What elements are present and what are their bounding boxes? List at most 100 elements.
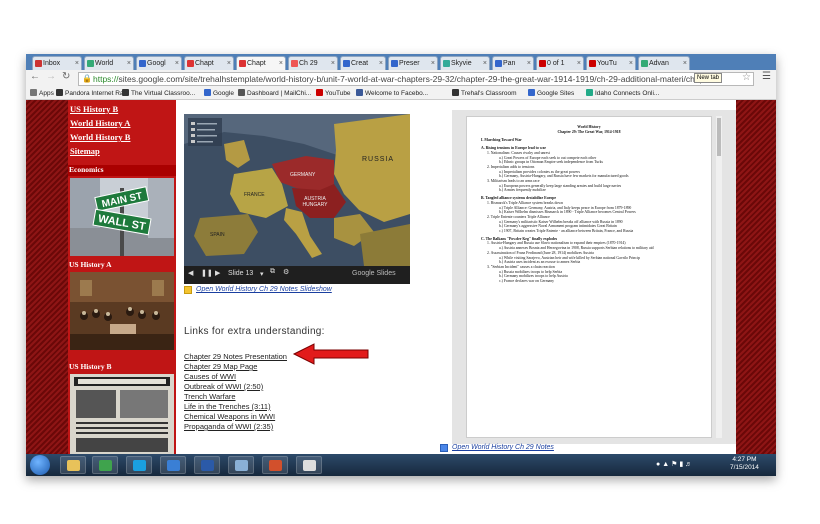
tab-0[interactable]: Inbox × [32, 56, 82, 70]
taskbar-word-icon[interactable] [194, 456, 220, 474]
document-scrollbar[interactable] [716, 116, 722, 438]
tray-flag-icon[interactable]: ⚑ [671, 461, 677, 468]
tab-close-icon[interactable]: × [577, 57, 581, 70]
open-slideshow-link[interactable]: Open World History Ch 29 Notes Slideshow [196, 286, 332, 293]
bookmark-label: Google Sites [537, 90, 575, 97]
bookmark-9[interactable]: Idaho Connects Onli... [586, 89, 659, 99]
bookmark-1[interactable]: Pandora Internet Ra... [56, 89, 129, 99]
prev-slide-icon[interactable]: ◀ [188, 269, 193, 277]
sidebar-link-sitemap[interactable]: Sitemap [70, 146, 100, 156]
main-content: RUSSIA FRANCE SPAIN GERMANY AUSTRIA HUNG… [176, 100, 736, 454]
bookmark-4[interactable]: Dashboard | MailChi... [238, 89, 311, 99]
taskbar-photos-icon[interactable] [228, 456, 254, 474]
back-icon[interactable]: ← [30, 71, 40, 82]
historical-newspaper-image[interactable] [70, 374, 174, 454]
tab-9[interactable]: Pan × [492, 56, 534, 70]
tab-close-icon[interactable]: × [431, 57, 435, 70]
link-propaganda-of-wwi[interactable]: Propaganda of WWI (2:35) [184, 422, 273, 431]
bookmark-label: Idaho Connects Onli... [595, 90, 660, 97]
tab-12[interactable]: Advan × [638, 56, 690, 70]
link-trench-warfare[interactable]: Trench Warfare [184, 392, 236, 401]
link-ch29-map-page[interactable]: Chapter 29 Map Page [184, 362, 257, 371]
link-chemical-weapons[interactable]: Chemical Weapons in WWI [184, 412, 275, 421]
taskbar-clock[interactable]: 4:27 PM 7/15/2014 [730, 456, 759, 472]
tab-4[interactable]: Chapt × [236, 56, 286, 70]
links-heading: Links for extra understanding: [184, 326, 325, 337]
tab-close-icon[interactable]: × [527, 57, 531, 70]
tab-label: Pan [503, 60, 516, 67]
tab-8[interactable]: Skyvie × [440, 56, 490, 70]
tab-2[interactable]: Googl × [136, 56, 182, 70]
tab-close-icon[interactable]: × [175, 57, 179, 70]
address-bar[interactable]: 🔒 https://sites.google.com/site/trehalhs… [78, 72, 754, 86]
sidebar-link-world-history-b[interactable]: World History B [70, 132, 130, 142]
link-causes-of-wwi[interactable]: Causes of WWI [184, 372, 236, 381]
tab-favicon-icon [495, 60, 502, 67]
browser-toolbar: ← → ↻ 🔒 https://sites.google.com/site/tr… [26, 70, 776, 88]
tab-close-icon[interactable]: × [127, 57, 131, 70]
taskbar-skype-icon[interactable] [126, 456, 152, 474]
tab-label: Ch 29 [299, 60, 318, 67]
tab-close-icon[interactable]: × [483, 57, 487, 70]
tab-close-icon[interactable]: × [227, 57, 231, 70]
tray-network-icon[interactable]: ▮ [679, 461, 683, 468]
bookmark-7[interactable]: Trehal's Classroom [452, 89, 517, 99]
start-button-icon[interactable] [30, 455, 50, 475]
tab-close-icon[interactable]: × [75, 57, 79, 70]
link-outbreak-of-wwi[interactable]: Outbreak of WWI (2:50) [184, 382, 263, 391]
settings-gear-icon[interactable]: ⚙ [283, 268, 289, 276]
link-life-in-the-trenches[interactable]: Life in the Trenches (3:11) [184, 402, 271, 411]
tray-volume-icon[interactable]: ♬ [685, 461, 692, 468]
tab-3[interactable]: Chapt × [184, 56, 234, 70]
forward-icon[interactable]: → [46, 71, 56, 82]
tab-10[interactable]: 0 of 1 × [536, 56, 584, 70]
taskbar-powerpoint-icon[interactable] [262, 456, 288, 474]
taskbar-chrome-icon[interactable] [92, 456, 118, 474]
sidebar-link-world-history-a[interactable]: World History A [70, 118, 130, 128]
bookmark-star-icon[interactable]: ☆ [742, 72, 751, 83]
tab-11[interactable]: YouTu × [586, 56, 636, 70]
document-viewer[interactable]: World History Chapter 29: The Great War,… [452, 110, 736, 444]
tab-close-icon[interactable]: × [379, 57, 383, 70]
tab-6[interactable]: Creat × [340, 56, 386, 70]
tab-close-icon[interactable]: × [331, 57, 335, 70]
wall-street-sign-image[interactable]: MAIN ST WALL ST [70, 178, 174, 256]
tab-favicon-icon [291, 60, 298, 67]
sidebar-link-us-history-b[interactable]: US History B [70, 104, 118, 114]
tab-favicon-icon [539, 60, 546, 67]
bookmark-8[interactable]: Google Sites [528, 89, 574, 99]
slide-indicator[interactable]: Slide 13 [228, 270, 253, 277]
windows-taskbar: ● ▲ ⚑ ▮ ♬ 4:27 PM 7/15/2014 [26, 454, 776, 476]
tab-close-icon[interactable]: × [279, 57, 283, 70]
tray-chrome-icon[interactable]: ● [656, 461, 660, 468]
slides-control-bar: ◀ ❚❚ ▶ Slide 13 ▾ ⧉ ⚙ Google Slides [184, 266, 410, 284]
tab-close-icon[interactable]: × [683, 57, 687, 70]
tab-5[interactable]: Ch 29 × [288, 56, 338, 70]
next-slide-icon[interactable]: ▶ [215, 269, 220, 277]
tab-1[interactable]: World × [84, 56, 134, 70]
tab-favicon-icon [139, 60, 146, 67]
open-notes-doc-link[interactable]: Open World History Ch 29 Notes [452, 444, 554, 451]
taskbar-app-glyph [201, 460, 214, 471]
taskbar-file-explorer-icon[interactable] [60, 456, 86, 474]
taskbar-blank-window-icon[interactable] [296, 456, 322, 474]
reload-icon[interactable]: ↻ [62, 71, 70, 82]
bookmark-5[interactable]: YouTube [316, 89, 351, 99]
bookmark-0[interactable]: Apps [30, 89, 54, 99]
link-ch29-notes-presentation[interactable]: Chapter 29 Notes Presentation [184, 352, 287, 361]
tray-arrow-icon[interactable]: ▲ [662, 461, 669, 468]
declaration-painting-image[interactable] [70, 272, 174, 350]
bookmark-2[interactable]: The Virtual Classroo... [122, 89, 195, 99]
bookmark-6[interactable]: Welcome to Facebo... [356, 89, 428, 99]
pause-icon[interactable]: ❚❚ [201, 269, 213, 277]
tab-7[interactable]: Preser × [388, 56, 438, 70]
slides-embed[interactable]: RUSSIA FRANCE SPAIN GERMANY AUSTRIA HUNG… [184, 114, 410, 284]
taskbar-ie-icon[interactable] [160, 456, 186, 474]
menu-icon[interactable]: ☰ [762, 71, 771, 82]
slide-dropdown-icon[interactable]: ▾ [260, 270, 264, 278]
tab-close-icon[interactable]: × [629, 57, 633, 70]
bookmark-3[interactable]: Google [204, 89, 234, 99]
document-scrollbar-thumb[interactable] [717, 118, 721, 156]
fullscreen-icon[interactable]: ⧉ [270, 268, 275, 276]
taskbar-app-glyph [133, 460, 146, 471]
